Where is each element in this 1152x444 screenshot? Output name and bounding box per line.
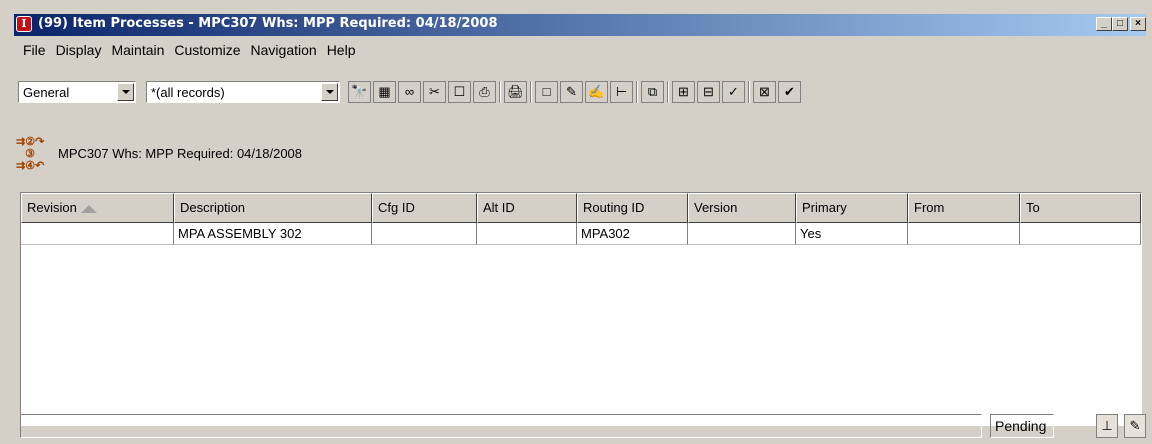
tree-expand-icon[interactable]: ⊞ xyxy=(672,81,695,103)
cell-description[interactable]: MPA ASSEMBLY 302 xyxy=(174,223,372,245)
hierarchy-icon[interactable]: ⊢ xyxy=(610,81,633,103)
column-header-label: Description xyxy=(180,200,246,215)
view-combo-value: General xyxy=(23,85,70,100)
toolbar-separator xyxy=(748,81,750,103)
chevron-down-icon[interactable] xyxy=(321,83,338,101)
cell-alt-id[interactable] xyxy=(477,223,577,245)
header-summary: MPC307 Whs: MPP Required: 04/18/2008 xyxy=(58,146,303,161)
column-header-label: Revision xyxy=(27,200,77,215)
column-header-label: Alt ID xyxy=(483,200,515,215)
column-header-to[interactable]: To xyxy=(1020,193,1141,223)
toolbar-separator xyxy=(667,81,669,103)
note-icon[interactable]: ☐ xyxy=(448,81,471,103)
menu-display[interactable]: Display xyxy=(51,40,107,60)
cell-routing-id[interactable]: MPA302 xyxy=(577,223,688,245)
printer-icon[interactable]: 🖨 xyxy=(504,81,527,103)
zoom-record-icon[interactable]: ▦ xyxy=(373,81,396,103)
menu-navigation[interactable]: Navigation xyxy=(246,40,322,60)
edit-lines-icon[interactable]: ✍ xyxy=(585,81,608,103)
check-list-icon[interactable]: ✔ xyxy=(778,81,801,103)
app-window: I (99) Item Processes - MPC307 Whs: MPP … xyxy=(0,0,1152,444)
item-processes-icon: ⇉②↷ ③ ⇉④↶ xyxy=(16,136,45,172)
column-header-cfg-id[interactable]: Cfg ID xyxy=(372,193,477,223)
column-header-revision[interactable]: Revision xyxy=(21,193,174,223)
checkmark-down-icon[interactable]: ✓ xyxy=(722,81,745,103)
column-header-label: Cfg ID xyxy=(378,200,415,215)
menu-help[interactable]: Help xyxy=(322,40,361,60)
menu-bar: File Display Maintain Customize Navigati… xyxy=(18,40,360,60)
cell-from[interactable] xyxy=(908,223,1020,245)
structure-icon[interactable]: ⊠ xyxy=(753,81,776,103)
column-header-from[interactable]: From xyxy=(908,193,1020,223)
column-header-label: Routing ID xyxy=(583,200,645,215)
find-icon[interactable]: 🔭 xyxy=(348,81,371,103)
edit-disabled-icon[interactable]: ✎ xyxy=(1124,414,1146,438)
tree-collapse-icon[interactable]: ⊟ xyxy=(697,81,720,103)
title-bar[interactable]: I (99) Item Processes - MPC307 Whs: MPP … xyxy=(14,14,1146,36)
table-row[interactable]: MPA ASSEMBLY 302 MPA302 Yes xyxy=(21,223,1141,245)
sort-icon xyxy=(80,204,97,213)
maximize-button[interactable]: □ xyxy=(1112,17,1128,31)
tools-icon[interactable]: ✂ xyxy=(423,81,446,103)
window-title: (99) Item Processes - MPC307 Whs: MPP Re… xyxy=(38,16,498,31)
new-record-icon[interactable]: □ xyxy=(535,81,558,103)
column-header-alt-id[interactable]: Alt ID xyxy=(477,193,577,223)
toolbar-separator xyxy=(636,81,638,103)
toolbar-separator xyxy=(530,81,532,103)
column-header-label: From xyxy=(914,200,945,215)
column-header-description[interactable]: Description xyxy=(174,193,372,223)
column-header-version[interactable]: Version xyxy=(688,193,796,223)
cell-to[interactable] xyxy=(1020,223,1141,245)
chart-status-icon[interactable]: ⊥ xyxy=(1096,414,1118,438)
glasses-icon[interactable]: ∞ xyxy=(398,81,421,103)
column-header-label: Version xyxy=(694,200,738,215)
grid-header-row: Revision Description Cfg ID Alt ID Routi… xyxy=(21,193,1141,223)
column-header-primary[interactable]: Primary xyxy=(796,193,908,223)
minimize-button[interactable]: _ xyxy=(1096,17,1112,31)
cell-cfg-id[interactable] xyxy=(372,223,477,245)
print-setup-icon[interactable]: ⎙ xyxy=(473,81,496,103)
menu-file[interactable]: File xyxy=(18,40,51,60)
edit-pencil-icon[interactable]: ✎ xyxy=(560,81,583,103)
menu-customize[interactable]: Customize xyxy=(169,40,245,60)
cell-revision[interactable] xyxy=(21,223,174,245)
status-message-panel xyxy=(20,414,982,438)
cell-version[interactable] xyxy=(688,223,796,245)
chevron-down-icon[interactable] xyxy=(117,83,134,101)
copy-icon[interactable]: ⧉ xyxy=(641,81,664,103)
cell-primary[interactable]: Yes xyxy=(796,223,908,245)
toolbar-separator xyxy=(499,81,501,103)
column-header-routing-id[interactable]: Routing ID xyxy=(577,193,688,223)
app-logo-icon[interactable]: I xyxy=(16,16,32,32)
filter-combo-value: *(all records) xyxy=(151,85,225,100)
column-header-label: To xyxy=(1026,200,1040,215)
column-header-label: Primary xyxy=(802,200,847,215)
filter-combo[interactable]: *(all records) xyxy=(146,81,340,103)
close-button[interactable]: × xyxy=(1130,17,1146,31)
view-combo[interactable]: General xyxy=(18,81,136,103)
process-grid[interactable]: Revision Description Cfg ID Alt ID Routi… xyxy=(20,192,1142,426)
status-pending: Pending xyxy=(990,414,1054,438)
toolbar: General *(all records) 🔭 ▦ ∞ ✂ ☐ ⎙ 🖨 □ ✎ ✍ ⊢ ⧉ ⊞ ⊟ ✓ ⊠ ✔ xyxy=(18,76,1148,104)
menu-maintain[interactable]: Maintain xyxy=(106,40,169,60)
